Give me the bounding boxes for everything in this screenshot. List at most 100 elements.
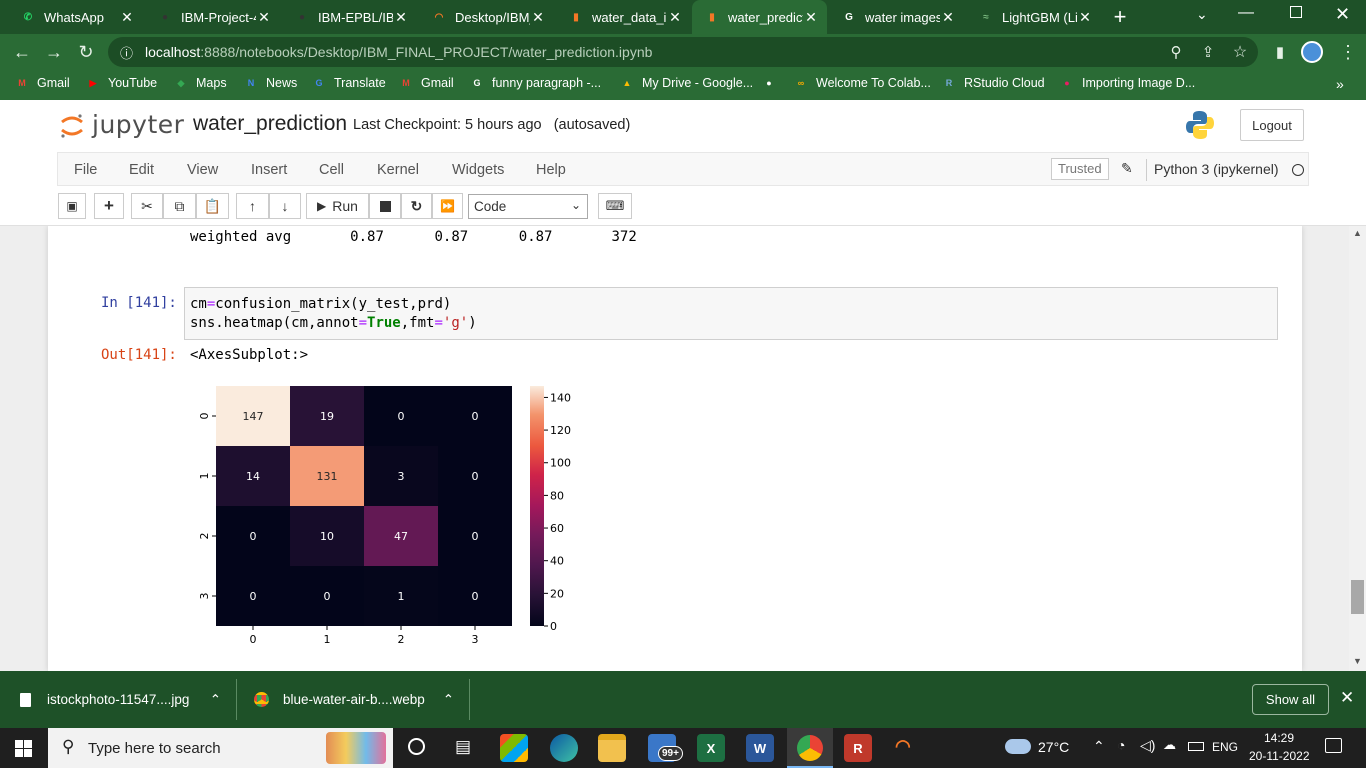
- language-indicator[interactable]: ENG: [1212, 740, 1238, 754]
- command-palette-button[interactable]: ⌨: [598, 193, 632, 219]
- browser-tab[interactable]: ▮ water_data_in ✕: [556, 0, 691, 34]
- widgets-icon[interactable]: ▤: [455, 737, 471, 757]
- save-button[interactable]: ▣: [58, 193, 86, 219]
- zoom-icon[interactable]: ⚲: [1164, 40, 1188, 64]
- tray-chevron-up-icon[interactable]: ⌃: [1093, 738, 1105, 755]
- reload-button[interactable]: ↻: [74, 40, 98, 64]
- minimize-button[interactable]: —: [1238, 4, 1254, 22]
- browser-menu-icon[interactable]: ⋮: [1336, 40, 1360, 64]
- close-downloads-icon[interactable]: ✕: [1340, 688, 1354, 708]
- browser-tab[interactable]: ◠ Desktop/IBM_ ✕: [419, 0, 554, 34]
- show-all-button[interactable]: Show all: [1252, 684, 1329, 715]
- onedrive-icon[interactable]: ☁: [1163, 737, 1176, 753]
- menu-help[interactable]: Help: [536, 162, 566, 178]
- bookmark-star-icon[interactable]: ☆: [1228, 40, 1252, 64]
- menu-view[interactable]: View: [187, 162, 218, 178]
- download-item-1[interactable]: istockphoto-11547....jpg ⌃: [20, 671, 235, 728]
- bookmark-item[interactable]: M Gmail: [399, 76, 453, 90]
- bookmark-item[interactable]: N News: [244, 76, 298, 90]
- clock-time[interactable]: 14:29: [1264, 731, 1294, 745]
- run-button[interactable]: ▶ Run: [306, 193, 369, 219]
- close-icon[interactable]: ✕: [803, 9, 819, 26]
- bookmark-item[interactable]: M Gmail: [15, 76, 69, 90]
- temperature-text[interactable]: 27°C: [1038, 739, 1069, 755]
- close-icon[interactable]: ✕: [256, 9, 272, 26]
- mail-app-icon[interactable]: 99+: [648, 734, 683, 762]
- close-icon[interactable]: ✕: [119, 9, 135, 26]
- close-window-button[interactable]: ✕: [1335, 4, 1350, 25]
- paste-button[interactable]: 📋: [196, 193, 229, 219]
- notebook-area[interactable]: weighted avg 0.87 0.87 0.87 372 In [141]…: [0, 226, 1366, 671]
- browser-tab[interactable]: ● IBM-Project-4 ✕: [145, 0, 280, 34]
- browser-tab[interactable]: ✆ WhatsApp ✕: [8, 0, 143, 34]
- tab-search-chevron-icon[interactable]: ⌄: [1196, 6, 1208, 23]
- notebook-name[interactable]: water_prediction: [193, 112, 347, 136]
- edit-pencil-icon[interactable]: ✎: [1121, 160, 1133, 177]
- close-icon[interactable]: ✕: [1077, 9, 1093, 26]
- vertical-scrollbar[interactable]: ▲ ▼: [1349, 226, 1366, 671]
- bookmark-item[interactable]: ● Importing Image D...: [1060, 76, 1195, 90]
- bookmark-item[interactable]: ∞ Welcome To Colab...: [794, 76, 931, 90]
- close-icon[interactable]: ✕: [940, 9, 956, 26]
- edge-app-icon[interactable]: [550, 734, 578, 762]
- profile-avatar[interactable]: [1300, 40, 1324, 64]
- battery-icon[interactable]: [1188, 742, 1204, 751]
- wifi-icon[interactable]: ◔: [1117, 737, 1125, 753]
- notification-center-icon[interactable]: [1325, 738, 1342, 753]
- bookmark-item[interactable]: ▶ YouTube: [86, 76, 158, 90]
- chevron-up-icon[interactable]: ⌃: [210, 692, 221, 708]
- jupyter-logo[interactable]: jupyter: [60, 110, 184, 139]
- cut-button[interactable]: ✂: [131, 193, 163, 219]
- windows-start-icon[interactable]: [15, 740, 32, 757]
- restore-button[interactable]: [1290, 6, 1302, 18]
- browser-tab[interactable]: ≈ LightGBM (Lig ✕: [966, 0, 1101, 34]
- menu-kernel[interactable]: Kernel: [377, 162, 419, 178]
- side-panel-icon[interactable]: ▮: [1268, 40, 1292, 64]
- site-info-icon[interactable]: ⓘ: [120, 43, 133, 62]
- task-view-icon[interactable]: [408, 738, 425, 755]
- cell-type-select[interactable]: Code ⌄: [468, 194, 588, 219]
- menu-insert[interactable]: Insert: [251, 162, 287, 178]
- bookmark-item[interactable]: Gfunny paragraph -...: [470, 76, 601, 90]
- weather-cloud-icon[interactable]: [1005, 739, 1031, 754]
- rstudio-app-icon[interactable]: R: [844, 734, 872, 762]
- volume-icon[interactable]: ◁): [1140, 737, 1155, 754]
- excel-app-icon[interactable]: X: [697, 734, 725, 762]
- address-bar[interactable]: ⓘ localhost:8888/notebooks/Desktop/IBM_F…: [108, 37, 1258, 67]
- bookmark-item[interactable]: ◆ Maps: [174, 76, 227, 90]
- move-down-button[interactable]: ↓: [269, 193, 301, 219]
- chevron-up-icon[interactable]: ⌃: [443, 692, 454, 708]
- scroll-up-arrow-icon[interactable]: ▲: [1353, 228, 1362, 238]
- bookmark-item[interactable]: G Translate: [312, 76, 385, 90]
- jupyter-app-icon[interactable]: ◠: [895, 736, 911, 757]
- word-app-icon[interactable]: W: [746, 734, 774, 762]
- download-item-2[interactable]: blue-water-air-b....webp ⌃: [254, 671, 468, 728]
- bookmark-item[interactable]: ●: [762, 76, 784, 90]
- file-explorer-app-icon[interactable]: [598, 734, 626, 762]
- close-icon[interactable]: ✕: [667, 9, 683, 26]
- menu-widgets[interactable]: Widgets: [452, 162, 504, 178]
- bookmark-item[interactable]: ▲ My Drive - Google...: [620, 76, 754, 90]
- close-icon[interactable]: ✕: [393, 9, 409, 26]
- bookmark-item[interactable]: R RStudio Cloud: [942, 76, 1045, 90]
- trusted-indicator[interactable]: Trusted: [1051, 158, 1109, 180]
- chrome-taskbar-active[interactable]: [787, 728, 833, 768]
- more-bookmarks-icon[interactable]: »: [1336, 76, 1344, 92]
- taskbar-search-box[interactable]: ⚲ Type here to search: [48, 728, 393, 768]
- store-app-icon[interactable]: [500, 734, 528, 762]
- kernel-name[interactable]: Python 3 (ipykernel): [1154, 161, 1279, 177]
- browser-tab[interactable]: Gwater images ✕: [829, 0, 964, 34]
- interrupt-button[interactable]: [369, 193, 401, 219]
- scroll-down-arrow-icon[interactable]: ▼: [1353, 656, 1362, 666]
- forward-button[interactable]: →: [42, 40, 66, 64]
- restart-button[interactable]: ↻: [401, 193, 432, 219]
- clock-date[interactable]: 20-11-2022: [1249, 749, 1310, 763]
- insert-cell-button[interactable]: +: [94, 193, 124, 219]
- scrollbar-thumb[interactable]: [1351, 580, 1364, 614]
- back-button[interactable]: ←: [10, 40, 34, 64]
- close-icon[interactable]: ✕: [530, 9, 546, 26]
- restart-run-all-button[interactable]: ⏩: [432, 193, 463, 219]
- share-icon[interactable]: ⇪: [1196, 40, 1220, 64]
- move-up-button[interactable]: ↑: [236, 193, 269, 219]
- copy-button[interactable]: ⧉: [163, 193, 196, 219]
